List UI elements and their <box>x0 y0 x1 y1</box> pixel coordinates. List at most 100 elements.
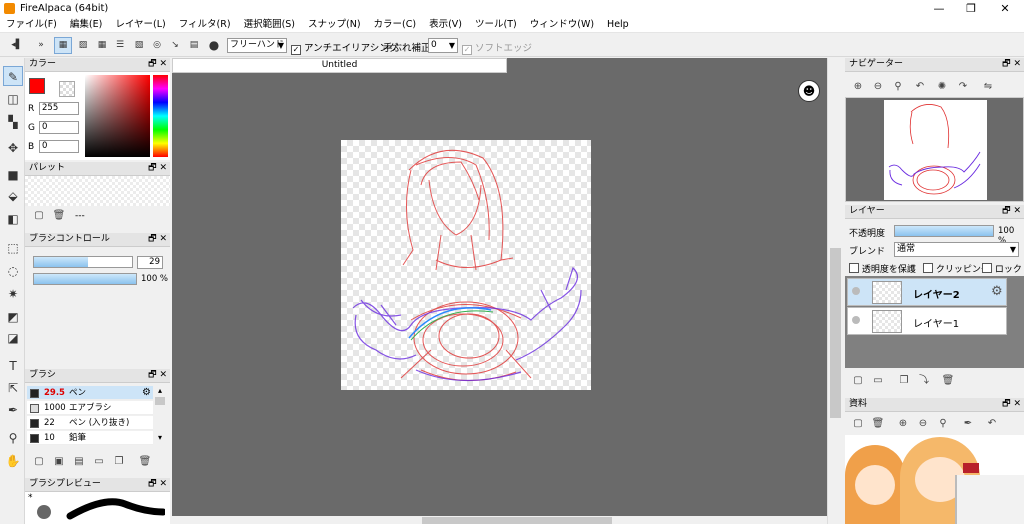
hand-tool-icon[interactable]: ✋ <box>3 451 23 471</box>
snap-circle-icon[interactable]: ◎ <box>148 37 166 54</box>
fill-tool-icon[interactable]: ■ <box>3 165 23 185</box>
menu-color[interactable]: カラー(C) <box>374 17 417 32</box>
clipping-checkbox[interactable] <box>923 263 933 273</box>
snap-off-icon[interactable]: ▦ <box>54 37 72 54</box>
snap-parallel-icon[interactable]: ▨ <box>74 37 92 54</box>
rotate-right-icon[interactable]: ↷ <box>956 80 970 94</box>
background-color-swatch[interactable] <box>59 81 75 97</box>
select-pen-icon[interactable]: ◩ <box>3 307 23 327</box>
panel-controls-icon[interactable]: 🗗 ✕ <box>148 369 167 382</box>
material-zoom-in-icon[interactable]: ⊕ <box>896 417 910 431</box>
new-brush-icon[interactable]: ▢ <box>32 455 46 469</box>
maximize-button[interactable]: ❐ <box>954 0 988 17</box>
scroll-thumb[interactable] <box>155 397 165 405</box>
eyedropper-tool-icon[interactable]: ⚲ <box>3 428 23 448</box>
lasso-tool-icon[interactable]: ◌ <box>3 261 23 281</box>
brush-list-scrollbar[interactable]: ▴ ▾ <box>154 386 166 448</box>
protect-alpha-checkbox[interactable] <box>849 263 859 273</box>
horizontal-scroll-thumb[interactable] <box>422 517 612 524</box>
brush-size-input[interactable]: 29 <box>137 256 163 269</box>
close-button[interactable]: ✕ <box>988 0 1022 17</box>
softedge-option[interactable]: ✓ ソフトエッジ <box>462 40 532 55</box>
menu-help[interactable]: Help <box>607 17 629 32</box>
material-zoom-fit-icon[interactable]: ⚲ <box>936 417 950 431</box>
navigator-preview[interactable] <box>845 97 1024 202</box>
brush-edit-icon[interactable]: ▣ <box>52 455 66 469</box>
duplicate-layer-icon[interactable]: ❐ <box>897 374 911 388</box>
panel-controls-icon[interactable]: 🗗 ✕ <box>1002 58 1021 71</box>
zoom-in-icon[interactable]: ⊕ <box>851 80 865 94</box>
stroke-mode-select[interactable]: フリーハンド ▼ <box>227 38 287 53</box>
layer-row[interactable]: レイヤー1 <box>847 307 1007 335</box>
brush-duplicate-icon[interactable]: ❐ <box>112 455 126 469</box>
document-canvas[interactable] <box>341 140 591 390</box>
panel-controls-icon[interactable]: 🗗 ✕ <box>148 233 167 246</box>
mascot-icon[interactable]: ☻ <box>798 80 820 102</box>
open-material-icon[interactable]: ▢ <box>851 417 865 431</box>
menu-edit[interactable]: 編集(E) <box>70 17 102 32</box>
brush-opacity-slider[interactable] <box>33 273 137 285</box>
foreground-color-swatch[interactable] <box>29 78 45 94</box>
zoom-fit-icon[interactable]: ⚲ <box>891 80 905 94</box>
menu-filter[interactable]: フィルタ(R) <box>179 17 231 32</box>
expand-right-icon[interactable]: » <box>32 37 50 54</box>
eraser-tool-icon[interactable]: ◫ <box>3 89 23 109</box>
snap-perspective-icon[interactable]: ▧ <box>130 37 148 54</box>
brush-tool-icon[interactable]: ✎ <box>3 66 23 86</box>
merge-down-icon[interactable]: ⤵ <box>917 374 931 388</box>
antialias-checkbox[interactable]: ✓ <box>291 45 301 55</box>
text-tool-icon[interactable]: T <box>3 356 23 376</box>
b-input[interactable]: 0 <box>39 140 79 153</box>
gradient-tool-icon[interactable]: ◧ <box>3 209 23 229</box>
palette-swatch-area[interactable] <box>25 176 170 206</box>
gear-icon[interactable]: ⚙ <box>991 284 1003 299</box>
vertical-scroll-thumb[interactable] <box>830 248 841 418</box>
snap-curve-icon[interactable]: ↘ <box>166 37 184 54</box>
panel-controls-icon[interactable]: 🗗 ✕ <box>148 162 167 175</box>
delete-swatch-icon[interactable]: 🗑 <box>52 209 66 223</box>
g-input[interactable]: 0 <box>39 121 79 134</box>
menu-tool[interactable]: ツール(T) <box>475 17 517 32</box>
new-folder-icon[interactable]: ▭ <box>871 374 885 388</box>
rotate-reset-icon[interactable]: ✺ <box>935 80 949 94</box>
minimize-button[interactable]: — <box>922 0 956 17</box>
material-image[interactable] <box>845 435 1024 524</box>
lock-option[interactable]: ロック <box>982 262 1022 275</box>
blend-mode-select[interactable]: 通常 ▼ <box>894 242 1019 257</box>
layer-row[interactable]: レイヤー2 ⚙ <box>847 278 1007 306</box>
brush-folder-icon[interactable]: ▭ <box>92 455 106 469</box>
collapse-left-icon[interactable]: ◂▌ <box>8 37 26 54</box>
operation-tool-icon[interactable]: ⇱ <box>3 378 23 398</box>
stabilizer-select[interactable]: 0 ▼ <box>428 38 458 53</box>
horizontal-scrollbar[interactable] <box>172 516 827 524</box>
menu-select[interactable]: 選択範囲(S) <box>244 17 295 32</box>
clipping-option[interactable]: クリッピング <box>923 262 990 275</box>
material-rotate-icon[interactable]: ↶ <box>985 417 999 431</box>
magic-wand-icon[interactable]: ✷ <box>3 284 23 304</box>
layer-opacity-slider[interactable] <box>894 225 994 237</box>
saturation-value-picker[interactable] <box>85 75 150 157</box>
menu-file[interactable]: ファイル(F) <box>6 17 57 32</box>
menu-snap[interactable]: スナップ(N) <box>308 17 361 32</box>
flip-horizontal-icon[interactable]: ⇋ <box>981 80 995 94</box>
snap-3d-icon[interactable]: ▤ <box>185 37 203 54</box>
material-zoom-out-icon[interactable]: ⊖ <box>916 417 930 431</box>
dot-tool-icon[interactable]: ▚ <box>3 112 23 132</box>
r-input[interactable]: 255 <box>39 102 79 115</box>
material-eyedropper-icon[interactable]: ✒ <box>961 417 975 431</box>
visibility-icon[interactable] <box>852 316 860 324</box>
delete-brush-icon[interactable]: 🗑 <box>138 455 152 469</box>
select-eraser-icon[interactable]: ◪ <box>3 328 23 348</box>
panel-controls-icon[interactable]: 🗗 ✕ <box>1002 205 1021 218</box>
hue-slider[interactable] <box>153 75 168 157</box>
menu-layer[interactable]: レイヤー(L) <box>115 17 165 32</box>
brush-item[interactable]: 1000 エアブラシ <box>27 401 153 415</box>
panel-controls-icon[interactable]: 🗗 ✕ <box>148 478 167 491</box>
new-layer-icon[interactable]: ▢ <box>851 374 865 388</box>
panel-controls-icon[interactable]: 🗗 ✕ <box>148 58 167 71</box>
softedge-checkbox[interactable]: ✓ <box>462 45 472 55</box>
brush-item[interactable]: 10 鉛筆 <box>27 431 153 445</box>
bucket-tool-icon[interactable]: ⬙ <box>3 186 23 206</box>
vertical-scrollbar[interactable] <box>827 58 843 524</box>
brush-size-slider[interactable] <box>33 256 133 268</box>
